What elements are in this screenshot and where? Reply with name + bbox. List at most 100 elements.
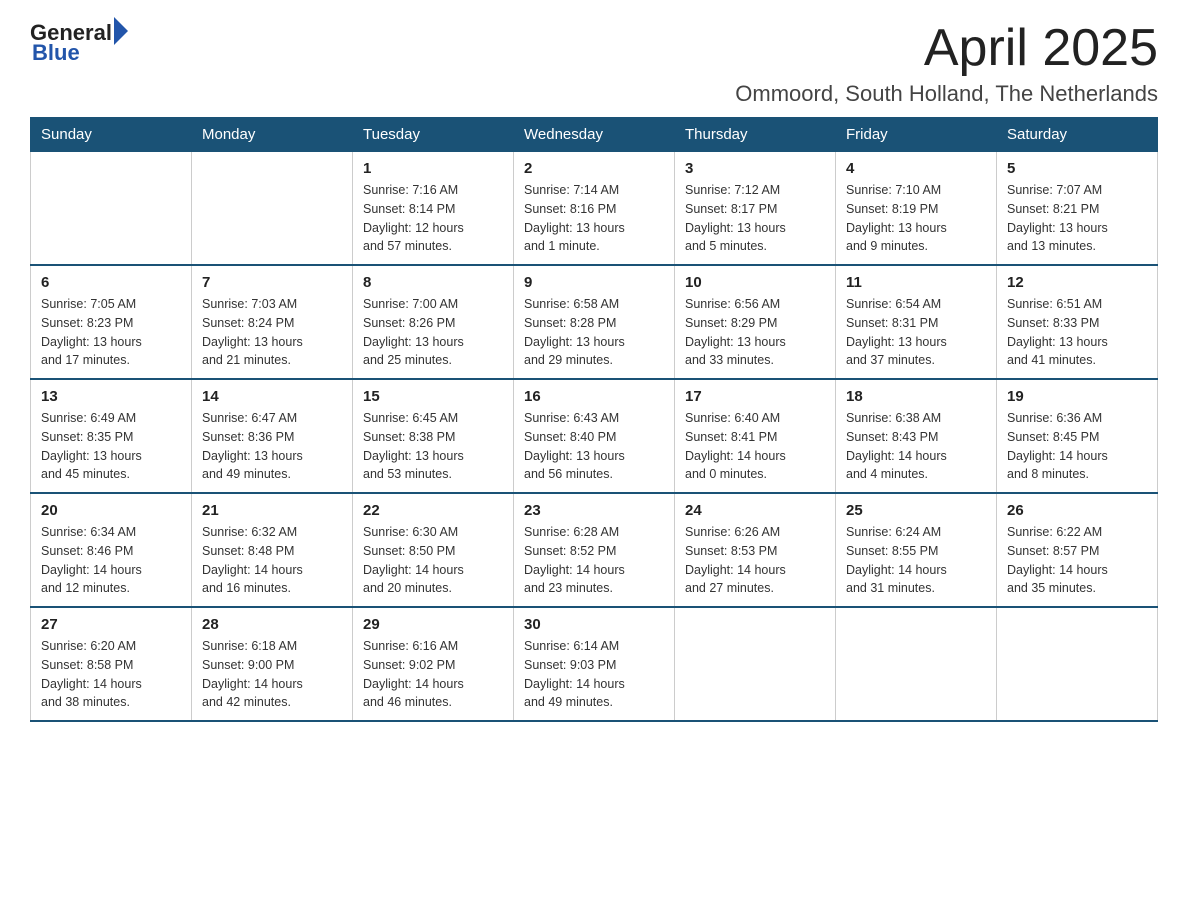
day-info: Sunrise: 6:22 AM Sunset: 8:57 PM Dayligh…	[1007, 523, 1147, 598]
day-info: Sunrise: 6:14 AM Sunset: 9:03 PM Dayligh…	[524, 637, 664, 712]
calendar-cell	[997, 607, 1158, 721]
day-info: Sunrise: 6:30 AM Sunset: 8:50 PM Dayligh…	[363, 523, 503, 598]
calendar-cell	[675, 607, 836, 721]
calendar-cell: 24 Sunrise: 6:26 AM Sunset: 8:53 PM Dayli…	[675, 493, 836, 607]
calendar-cell: 8Sunrise: 7:00 AM Sunset: 8:26 PM Daylig…	[353, 265, 514, 379]
calendar-cell: 11 Sunrise: 6:54 AM Sunset: 8:31 PM Dayli…	[836, 265, 997, 379]
header-monday: Monday	[192, 118, 353, 152]
day-info: Sunrise: 6:56 AM Sunset: 8:29 PM Dayligh…	[685, 295, 825, 370]
day-info: Sunrise: 6:20 AM Sunset: 8:58 PM Dayligh…	[41, 637, 181, 712]
calendar-cell	[192, 152, 353, 266]
calendar-week-row: 13 Sunrise: 6:49 AM Sunset: 8:35 PM Dayli…	[31, 379, 1158, 493]
day-info: Sunrise: 6:43 AM Sunset: 8:40 PM Dayligh…	[524, 409, 664, 484]
calendar-cell: 25 Sunrise: 6:24 AM Sunset: 8:55 PM Dayli…	[836, 493, 997, 607]
day-info: Sunrise: 6:26 AM Sunset: 8:53 PM Dayligh…	[685, 523, 825, 598]
day-info: Sunrise: 6:45 AM Sunset: 8:38 PM Dayligh…	[363, 409, 503, 484]
day-info: Sunrise: 7:14 AM Sunset: 8:16 PM Dayligh…	[524, 181, 664, 256]
day-number: 25	[846, 502, 986, 519]
day-number: 27	[41, 616, 181, 633]
calendar-cell: 9 Sunrise: 6:58 AM Sunset: 8:28 PM Daylig…	[514, 265, 675, 379]
calendar-cell: 29Sunrise: 6:16 AM Sunset: 9:02 PM Dayli…	[353, 607, 514, 721]
day-info: Sunrise: 6:16 AM Sunset: 9:02 PM Dayligh…	[363, 637, 503, 712]
day-number: 21	[202, 502, 342, 519]
day-info: Sunrise: 6:24 AM Sunset: 8:55 PM Dayligh…	[846, 523, 986, 598]
day-number: 30	[524, 616, 664, 633]
calendar-header: Sunday Monday Tuesday Wednesday Thursday…	[31, 118, 1158, 152]
calendar-body: 1Sunrise: 7:16 AM Sunset: 8:14 PM Daylig…	[31, 152, 1158, 722]
calendar-cell: 18Sunrise: 6:38 AM Sunset: 8:43 PM Dayli…	[836, 379, 997, 493]
calendar-week-row: 1Sunrise: 7:16 AM Sunset: 8:14 PM Daylig…	[31, 152, 1158, 266]
day-info: Sunrise: 7:10 AM Sunset: 8:19 PM Dayligh…	[846, 181, 986, 256]
day-info: Sunrise: 7:03 AM Sunset: 8:24 PM Dayligh…	[202, 295, 342, 370]
calendar-cell: 20 Sunrise: 6:34 AM Sunset: 8:46 PM Dayli…	[31, 493, 192, 607]
day-info: Sunrise: 7:12 AM Sunset: 8:17 PM Dayligh…	[685, 181, 825, 256]
day-info: Sunrise: 6:40 AM Sunset: 8:41 PM Dayligh…	[685, 409, 825, 484]
calendar-cell: 22 Sunrise: 6:30 AM Sunset: 8:50 PM Dayli…	[353, 493, 514, 607]
day-number: 11	[846, 274, 986, 291]
weekday-header-row: Sunday Monday Tuesday Wednesday Thursday…	[31, 118, 1158, 152]
day-info: Sunrise: 6:49 AM Sunset: 8:35 PM Dayligh…	[41, 409, 181, 484]
calendar-cell: 17 Sunrise: 6:40 AM Sunset: 8:41 PM Dayli…	[675, 379, 836, 493]
day-number: 26	[1007, 502, 1147, 519]
calendar-cell: 1Sunrise: 7:16 AM Sunset: 8:14 PM Daylig…	[353, 152, 514, 266]
day-info: Sunrise: 7:00 AM Sunset: 8:26 PM Dayligh…	[363, 295, 503, 370]
calendar-cell: 5 Sunrise: 7:07 AM Sunset: 8:21 PM Daylig…	[997, 152, 1158, 266]
calendar-week-row: 6 Sunrise: 7:05 AM Sunset: 8:23 PM Daylig…	[31, 265, 1158, 379]
day-number: 9	[524, 274, 664, 291]
day-number: 13	[41, 388, 181, 405]
day-number: 7	[202, 274, 342, 291]
calendar-cell: 15 Sunrise: 6:45 AM Sunset: 8:38 PM Dayli…	[353, 379, 514, 493]
day-number: 2	[524, 160, 664, 177]
calendar-cell: 14Sunrise: 6:47 AM Sunset: 8:36 PM Dayli…	[192, 379, 353, 493]
day-info: Sunrise: 7:07 AM Sunset: 8:21 PM Dayligh…	[1007, 181, 1147, 256]
page-header: General Blue April 2025 Ommoord, South H…	[30, 20, 1158, 107]
day-number: 19	[1007, 388, 1147, 405]
header-tuesday: Tuesday	[353, 118, 514, 152]
day-number: 22	[363, 502, 503, 519]
day-number: 16	[524, 388, 664, 405]
calendar-cell: 19 Sunrise: 6:36 AM Sunset: 8:45 PM Dayli…	[997, 379, 1158, 493]
day-number: 20	[41, 502, 181, 519]
day-number: 28	[202, 616, 342, 633]
calendar-cell	[31, 152, 192, 266]
header-thursday: Thursday	[675, 118, 836, 152]
day-number: 5	[1007, 160, 1147, 177]
month-year-title: April 2025	[735, 20, 1158, 77]
calendar-cell: 27 Sunrise: 6:20 AM Sunset: 8:58 PM Dayli…	[31, 607, 192, 721]
day-number: 10	[685, 274, 825, 291]
logo-blue-text: Blue	[32, 40, 128, 66]
day-info: Sunrise: 7:05 AM Sunset: 8:23 PM Dayligh…	[41, 295, 181, 370]
day-number: 1	[363, 160, 503, 177]
calendar-cell: 23Sunrise: 6:28 AM Sunset: 8:52 PM Dayli…	[514, 493, 675, 607]
calendar-cell	[836, 607, 997, 721]
calendar-cell: 12Sunrise: 6:51 AM Sunset: 8:33 PM Dayli…	[997, 265, 1158, 379]
day-number: 17	[685, 388, 825, 405]
day-info: Sunrise: 6:36 AM Sunset: 8:45 PM Dayligh…	[1007, 409, 1147, 484]
calendar-cell: 21 Sunrise: 6:32 AM Sunset: 8:48 PM Dayli…	[192, 493, 353, 607]
day-number: 12	[1007, 274, 1147, 291]
calendar-cell: 2 Sunrise: 7:14 AM Sunset: 8:16 PM Daylig…	[514, 152, 675, 266]
day-info: Sunrise: 6:54 AM Sunset: 8:31 PM Dayligh…	[846, 295, 986, 370]
day-info: Sunrise: 6:32 AM Sunset: 8:48 PM Dayligh…	[202, 523, 342, 598]
day-info: Sunrise: 6:34 AM Sunset: 8:46 PM Dayligh…	[41, 523, 181, 598]
calendar-week-row: 27 Sunrise: 6:20 AM Sunset: 8:58 PM Dayli…	[31, 607, 1158, 721]
logo: General Blue	[30, 20, 128, 66]
day-number: 23	[524, 502, 664, 519]
day-number: 3	[685, 160, 825, 177]
calendar-cell: 6 Sunrise: 7:05 AM Sunset: 8:23 PM Daylig…	[31, 265, 192, 379]
calendar-week-row: 20 Sunrise: 6:34 AM Sunset: 8:46 PM Dayli…	[31, 493, 1158, 607]
calendar-cell: 28Sunrise: 6:18 AM Sunset: 9:00 PM Dayli…	[192, 607, 353, 721]
calendar-table: Sunday Monday Tuesday Wednesday Thursday…	[30, 117, 1158, 722]
day-number: 18	[846, 388, 986, 405]
day-number: 15	[363, 388, 503, 405]
calendar-cell: 13 Sunrise: 6:49 AM Sunset: 8:35 PM Dayli…	[31, 379, 192, 493]
title-section: April 2025 Ommoord, South Holland, The N…	[735, 20, 1158, 107]
calendar-cell: 10 Sunrise: 6:56 AM Sunset: 8:29 PM Dayli…	[675, 265, 836, 379]
calendar-cell: 3 Sunrise: 7:12 AM Sunset: 8:17 PM Daylig…	[675, 152, 836, 266]
header-saturday: Saturday	[997, 118, 1158, 152]
day-number: 6	[41, 274, 181, 291]
calendar-cell: 26 Sunrise: 6:22 AM Sunset: 8:57 PM Dayli…	[997, 493, 1158, 607]
day-info: Sunrise: 6:58 AM Sunset: 8:28 PM Dayligh…	[524, 295, 664, 370]
day-number: 24	[685, 502, 825, 519]
calendar-cell: 16 Sunrise: 6:43 AM Sunset: 8:40 PM Dayli…	[514, 379, 675, 493]
